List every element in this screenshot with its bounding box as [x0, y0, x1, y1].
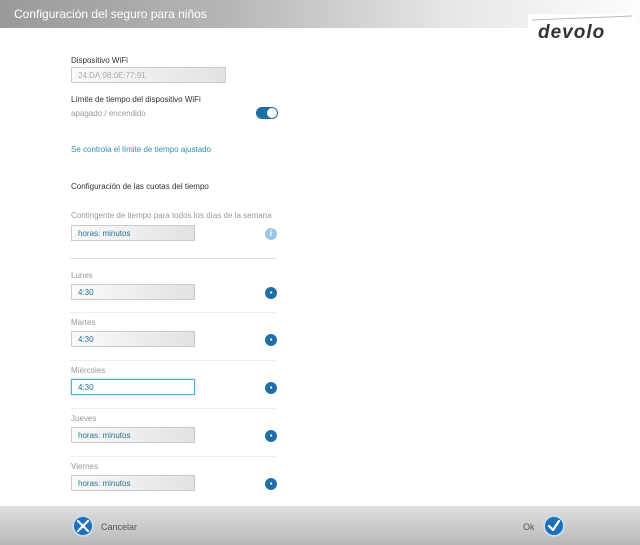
time-limit-state-text: apagado / encendido [71, 109, 146, 118]
tuesday-time-input[interactable]: 4:30 [71, 331, 195, 347]
day-label-friday: Viernes [71, 462, 98, 471]
device-mac-field: 24:DA:98:0E:77:91 [71, 67, 226, 83]
cancel-button[interactable] [72, 515, 94, 537]
monday-time-input[interactable]: 4:30 [71, 284, 195, 300]
day-label-tuesday: Martes [71, 318, 96, 327]
all-days-input[interactable]: horas: minutos [71, 225, 195, 241]
divider [70, 312, 276, 313]
footer-bar: Cancelar Ok [0, 506, 640, 545]
divider [70, 456, 276, 457]
logo-text: devolo [538, 22, 605, 43]
all-days-label: Contingente de tiempo para todos los día… [71, 211, 272, 220]
time-limit-toggle[interactable] [256, 107, 278, 119]
divider [70, 258, 276, 259]
wednesday-time-input[interactable]: 4:30 [71, 379, 195, 395]
trash-icon-monday[interactable]: ▪ [265, 287, 277, 299]
checkmark-icon [547, 519, 561, 532]
ok-button[interactable] [543, 515, 565, 537]
ok-label[interactable]: Ok [523, 522, 535, 532]
divider [70, 408, 276, 409]
time-limit-hint: Se controla el límite de tiempo ajustado [71, 145, 212, 154]
info-icon[interactable]: i [265, 228, 277, 240]
trash-icon-friday[interactable]: ▪ [265, 478, 277, 490]
thursday-time-input[interactable]: horas: minutos [71, 427, 195, 443]
trash-icon-tuesday[interactable]: ▪ [265, 334, 277, 346]
day-label-wednesday: Miércoles [71, 366, 106, 375]
friday-time-input[interactable]: horas: minutos [71, 475, 195, 491]
device-label: Dispositivo WiFi [71, 56, 128, 65]
close-icon [76, 519, 90, 533]
time-limit-label: Límite de tiempo del dispositivo WiFi [71, 95, 201, 104]
trash-icon-thursday[interactable]: ▪ [265, 430, 277, 442]
day-label-thursday: Jueves [71, 414, 97, 423]
cancel-label[interactable]: Cancelar [101, 522, 137, 532]
quotas-heading: Configuración de las cuotas del tiempo [71, 182, 209, 191]
day-label-monday: Lunes [71, 271, 93, 280]
trash-icon-wednesday[interactable]: ▪ [265, 382, 277, 394]
devolo-logo: devolo [528, 14, 636, 46]
toggle-knob [267, 108, 277, 118]
divider [70, 360, 276, 361]
